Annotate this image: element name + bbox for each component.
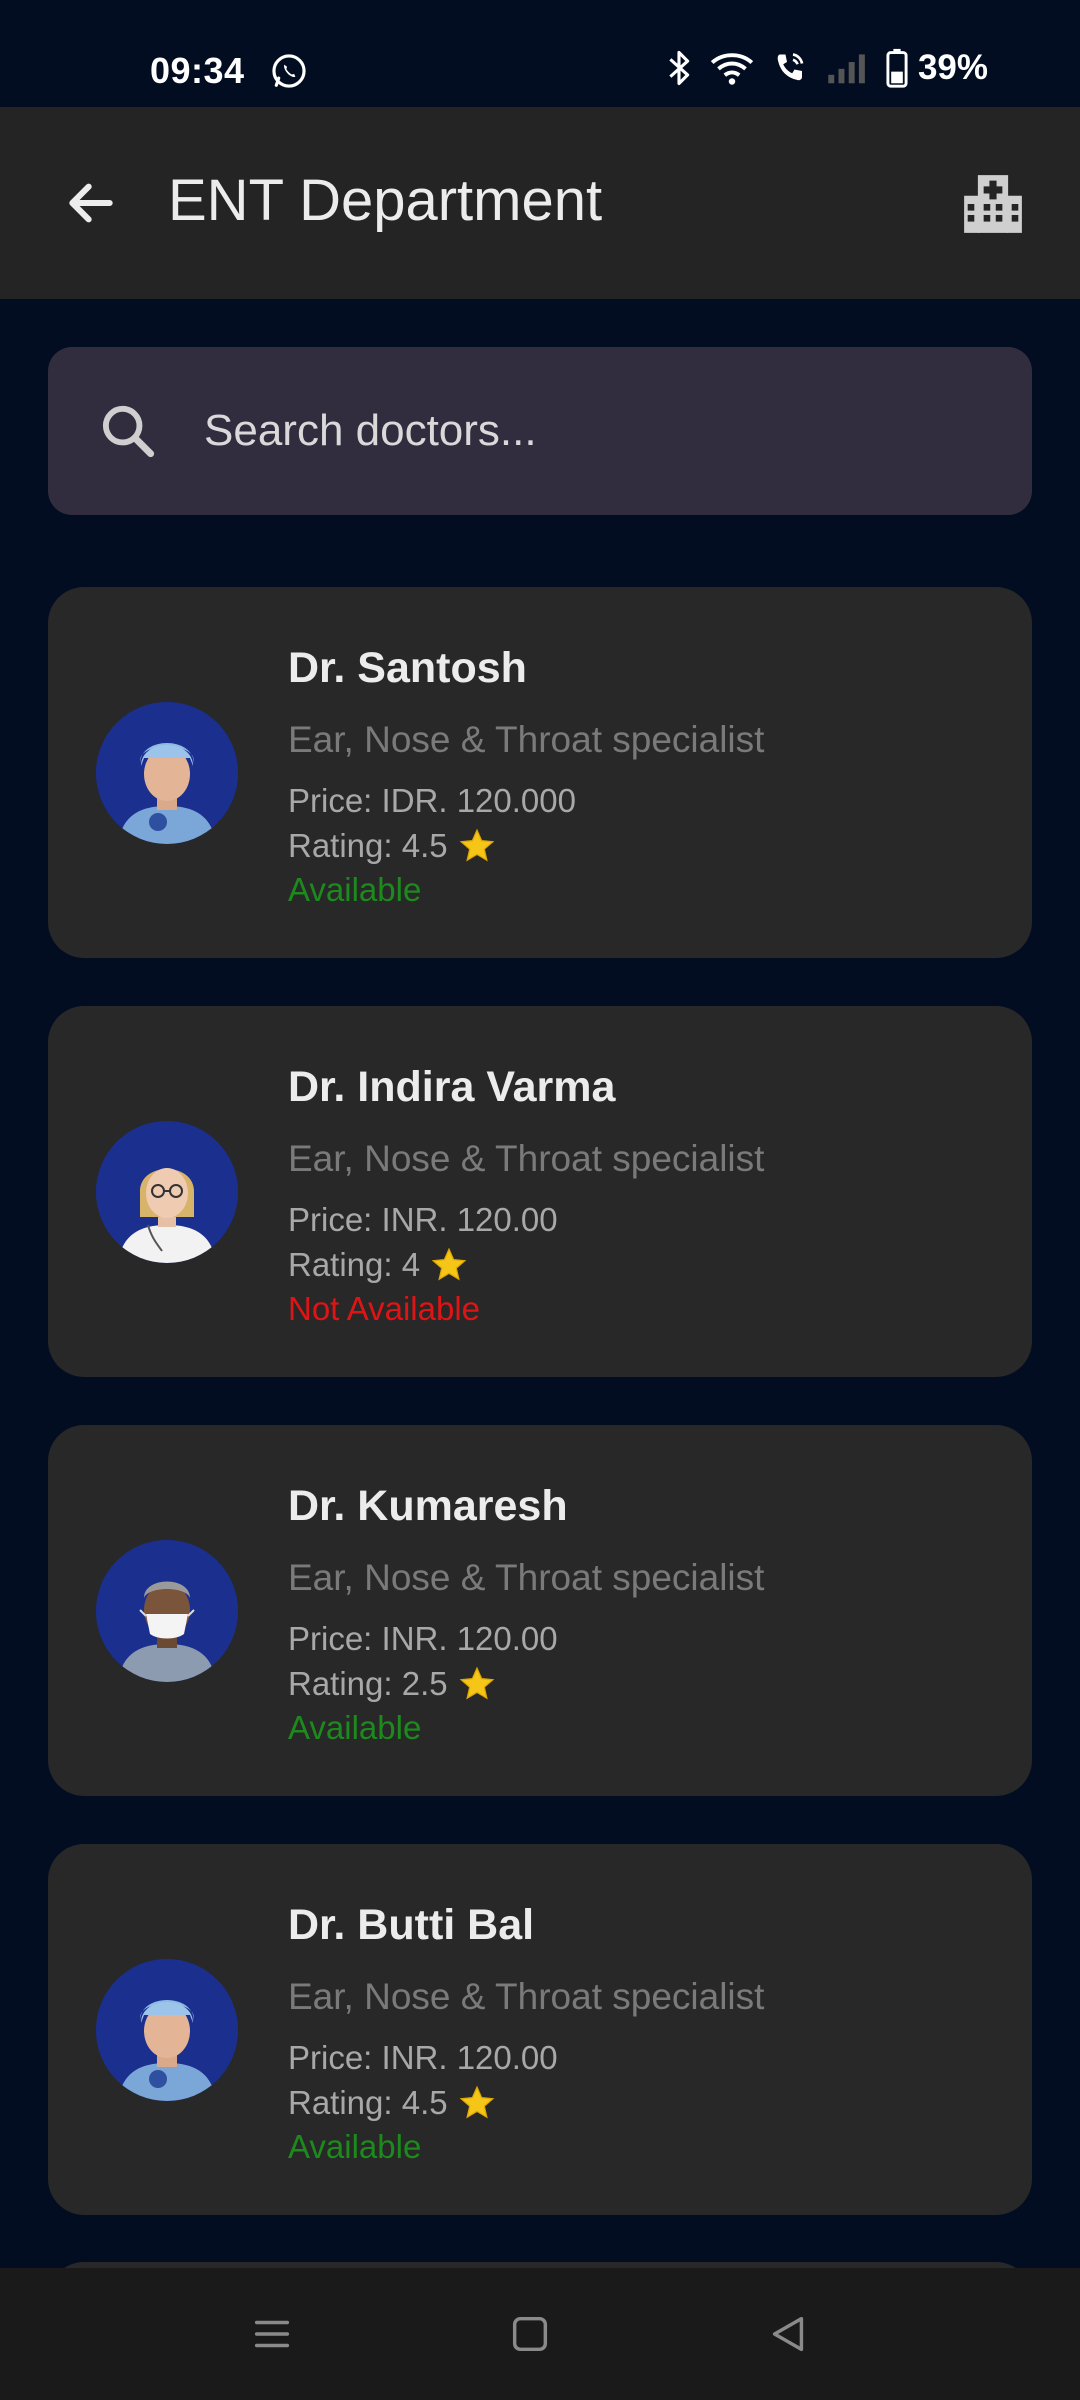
doctor-specialty: Ear, Nose & Throat specialist [288, 1976, 765, 2017]
star-icon [431, 1247, 467, 1281]
doctor-list: Dr. Santosh Ear, Nose & Throat specialis… [48, 587, 1032, 2263]
status-icons: 39% [666, 48, 988, 88]
doctor-name: Dr. Butti Bal [288, 1901, 535, 1949]
signal-icon [826, 51, 868, 85]
doctor-specialty: Ear, Nose & Throat specialist [288, 1557, 765, 1598]
doctor-name: Dr. Indira Varma [288, 1063, 616, 1111]
doctor-rating: Rating: 4.5 [288, 2084, 496, 2122]
rating-text: Rating: 4.5 [288, 827, 448, 864]
rating-text: Rating: 4 [288, 1246, 421, 1283]
doctor-price: Price: IDR. 120.000 [288, 782, 576, 819]
doctor-name: Dr. Santosh [288, 644, 527, 692]
availability-status: Not Available [288, 1290, 481, 1327]
doctor-price: Price: INR. 120.00 [288, 1620, 558, 1657]
doctor-rating: Rating: 4.5 [288, 827, 496, 865]
whatsapp-icon [270, 52, 308, 90]
doctor-card[interactable]: Dr. Kumaresh Ear, Nose & Throat speciali… [48, 1425, 1032, 1796]
home-square-icon [512, 2316, 548, 2352]
bluetooth-icon [666, 49, 692, 87]
screen: 09:34 39% ENT Department Search doctors.… [0, 0, 1080, 2400]
hospital-button[interactable] [958, 169, 1028, 239]
availability-status: Available [288, 1709, 422, 1746]
battery-percentage: 39% [917, 48, 988, 87]
back-nav-button[interactable] [758, 2304, 818, 2364]
availability-status: Available [288, 871, 422, 908]
search-icon [102, 405, 155, 458]
status-time: 09:34 [150, 50, 245, 91]
star-icon [459, 2085, 494, 2119]
app-bar: ENT Department [0, 107, 1080, 299]
arrow-left-icon [69, 183, 113, 223]
system-nav-bar [0, 2268, 1080, 2400]
menu-icon [254, 2320, 290, 2348]
page-title: ENT Department [168, 168, 603, 233]
search-box[interactable] [48, 347, 1032, 515]
doctor-specialty: Ear, Nose & Throat specialist [288, 719, 765, 760]
hospital-building-icon [964, 175, 1022, 233]
wifi-calling-icon [772, 50, 808, 86]
menu-button[interactable] [242, 2304, 302, 2364]
rating-text: Rating: 4.5 [288, 2084, 448, 2121]
doctor-name: Dr. Kumaresh [288, 1482, 568, 1530]
doctor-specialty: Ear, Nose & Throat specialist [288, 1138, 765, 1179]
doctor-price: Price: INR. 120.00 [288, 1201, 558, 1238]
doctor-rating: Rating: 4 [288, 1246, 468, 1284]
star-icon [459, 1666, 494, 1700]
search-input[interactable] [204, 347, 984, 515]
battery-icon [886, 48, 908, 88]
doctor-card[interactable]: Dr. Butti Bal Ear, Nose & Throat special… [48, 1844, 1032, 2215]
wifi-icon [710, 50, 754, 86]
availability-status: Available [288, 2128, 422, 2165]
rating-text: Rating: 2.5 [288, 1665, 448, 1702]
doctor-rating: Rating: 2.5 [288, 1665, 496, 1703]
status-bar: 09:34 39% [0, 0, 1080, 107]
home-button[interactable] [500, 2304, 560, 2364]
doctor-avatar [96, 1121, 238, 1263]
doctor-avatar [96, 1540, 238, 1682]
doctor-avatar [96, 1959, 238, 2101]
doctor-avatar [96, 702, 238, 844]
doctor-price: Price: INR. 120.00 [288, 2039, 558, 2076]
back-button[interactable] [55, 167, 127, 239]
doctor-card[interactable]: Dr. Indira Varma Ear, Nose & Throat spec… [48, 1006, 1032, 1377]
back-triangle-icon [772, 2316, 804, 2352]
doctor-card[interactable]: Dr. Santosh Ear, Nose & Throat specialis… [48, 587, 1032, 958]
star-icon [459, 828, 494, 862]
